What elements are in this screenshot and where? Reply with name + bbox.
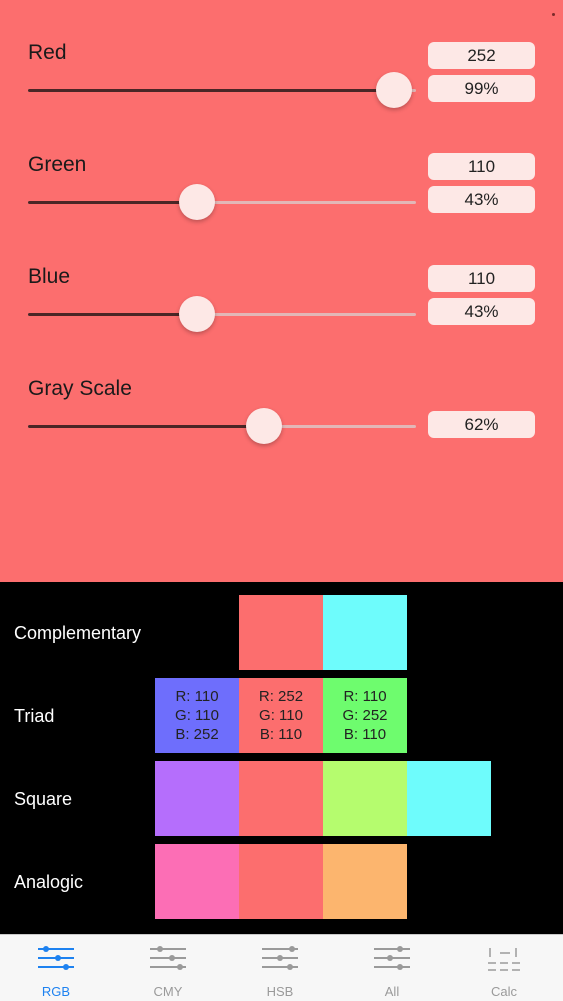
tab-all-label: All (384, 984, 400, 999)
tab-cmy-label: CMY (153, 984, 183, 999)
complementary-swatch[interactable] (323, 595, 407, 670)
tab-hsb-label: HSB (266, 984, 294, 999)
color-preview-panel: Red 252 99% Green 110 43% Blue 110 43% G… (0, 0, 563, 582)
triad-swatch[interactable]: R: 252 G: 110 B: 110 (239, 678, 323, 753)
blue-value-field[interactable]: 110 (428, 265, 535, 292)
tab-bar: RGB CMY HSB All Calc (0, 934, 563, 1001)
tab-cmy[interactable]: CMY (112, 935, 224, 1001)
triad-r-value: R: 110 (175, 688, 219, 705)
green-label: Green (28, 153, 87, 176)
square-swatch[interactable] (239, 761, 323, 836)
green-percent-field[interactable]: 43% (428, 186, 535, 213)
triad-r-value: R: 252 (258, 688, 304, 705)
gray-scale-label: Gray Scale (28, 377, 132, 400)
triad-b-value: B: 252 (175, 726, 219, 743)
red-percent-field[interactable]: 99% (428, 75, 535, 102)
tab-rgb-label: RGB (41, 984, 71, 999)
red-slider-thumb[interactable] (376, 72, 413, 108)
blue-percent-field[interactable]: 43% (428, 298, 535, 325)
status-indicator (552, 13, 555, 16)
triad-g-value: G: 252 (342, 707, 388, 724)
gray-scale-slider[interactable] (28, 425, 416, 428)
square-swatch[interactable] (155, 761, 239, 836)
tab-calc-label: Calc (490, 984, 517, 999)
triad-label: Triad (14, 706, 55, 726)
sliders-icon (262, 946, 298, 970)
triad-g-value: G: 110 (175, 707, 219, 724)
triad-swatch[interactable]: R: 110 G: 252 B: 110 (323, 678, 407, 753)
tab-hsb[interactable]: HSB (224, 935, 336, 1001)
blue-slider[interactable] (28, 313, 416, 316)
green-value-field[interactable]: 110 (428, 153, 535, 180)
green-slider[interactable] (28, 201, 416, 204)
sliders-icon (150, 946, 186, 970)
square-swatch[interactable] (407, 761, 491, 836)
triad-g-value: G: 110 (259, 707, 303, 724)
sliders-icon (38, 946, 74, 970)
sliders-icon (374, 946, 410, 970)
analogic-label: Analogic (14, 872, 84, 892)
analogic-swatch[interactable] (323, 844, 407, 919)
triad-b-value: B: 110 (343, 726, 387, 743)
tab-calc[interactable]: Calc (448, 935, 560, 1001)
gray-scale-slider-thumb[interactable] (246, 408, 283, 444)
analogic-swatch[interactable] (239, 844, 323, 919)
green-slider-thumb[interactable] (179, 184, 216, 220)
blue-label: Blue (28, 265, 71, 288)
complementary-swatch[interactable] (239, 595, 323, 670)
blue-slider-thumb[interactable] (179, 296, 216, 332)
complementary-label: Complementary (14, 623, 142, 643)
tab-all[interactable]: All (336, 935, 448, 1001)
analogic-swatch[interactable] (155, 844, 239, 919)
red-slider[interactable] (28, 89, 416, 92)
square-label: Square (14, 789, 73, 809)
triad-b-value: B: 110 (259, 726, 303, 743)
red-value-field[interactable]: 252 (428, 42, 535, 69)
calc-icon (488, 948, 520, 971)
square-swatch[interactable] (323, 761, 407, 836)
gray-scale-percent-field[interactable]: 62% (428, 411, 535, 438)
triad-swatch[interactable]: R: 110 G: 110 B: 252 (155, 678, 239, 753)
red-label: Red (28, 41, 67, 64)
tab-rgb[interactable]: RGB (0, 935, 112, 1001)
triad-r-value: R: 110 (343, 688, 387, 705)
